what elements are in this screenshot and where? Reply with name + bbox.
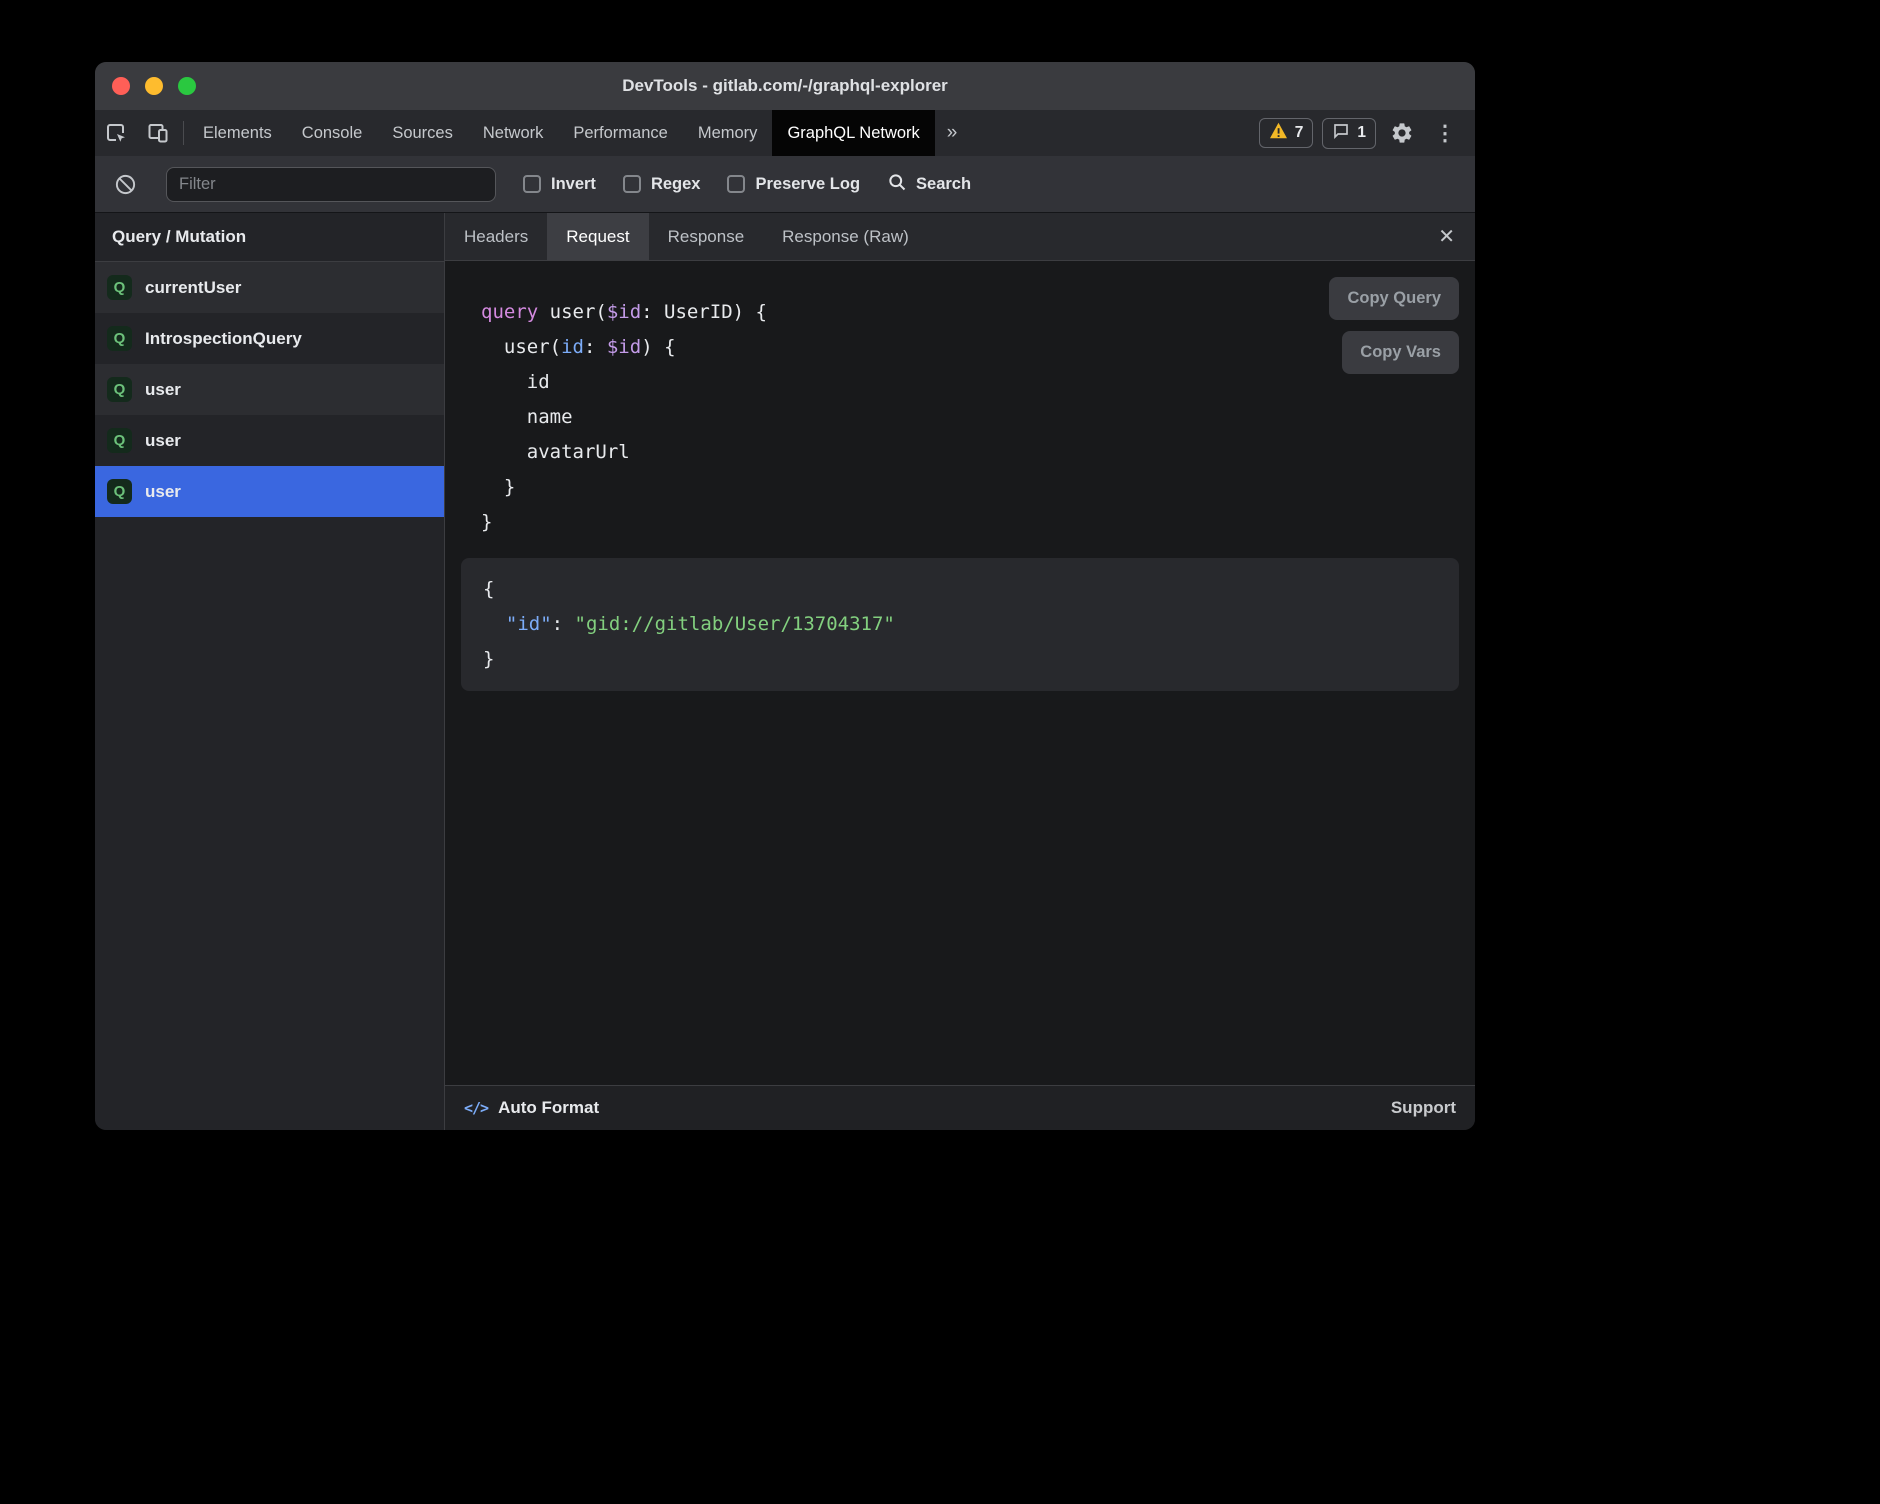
issue-count: 1 (1357, 124, 1366, 142)
network-toolbar: Invert Regex Preserve Log Search (95, 156, 1475, 213)
window-controls (112, 77, 196, 95)
tab-performance[interactable]: Performance (558, 110, 682, 156)
tab-elements[interactable]: Elements (188, 110, 287, 156)
search-icon (887, 172, 907, 197)
auto-format-button[interactable]: </> Auto Format (464, 1098, 599, 1118)
devtools-tabbar: Elements Console Sources Network Perform… (95, 110, 1475, 156)
more-tabs-button[interactable]: » (935, 110, 970, 156)
regex-label: Regex (651, 175, 701, 194)
warnings-badge[interactable]: 7 (1259, 118, 1314, 148)
graphql-query-code: query user($id: UserID) { user(id: $id) … (445, 261, 1475, 540)
copy-buttons: Copy Query Copy Vars (1329, 277, 1459, 374)
clear-requests-icon[interactable] (114, 173, 137, 196)
checkbox-box (727, 175, 745, 193)
search-button[interactable]: Search (887, 172, 971, 197)
query-name: user (145, 482, 181, 502)
query-type-badge: Q (107, 275, 132, 300)
query-name: user (145, 431, 181, 451)
query-type-badge: Q (107, 377, 132, 402)
request-content: Copy Query Copy Vars query user($id: Use… (445, 261, 1475, 1085)
main-split: Query / Mutation Q currentUser Q Introsp… (95, 213, 1475, 1130)
query-name: IntrospectionQuery (145, 329, 302, 349)
tab-response[interactable]: Response (649, 213, 764, 260)
inspect-element-icon[interactable] (95, 110, 137, 156)
preserve-log-label: Preserve Log (755, 175, 860, 194)
tab-network[interactable]: Network (468, 110, 559, 156)
devtools-window: DevTools - gitlab.com/-/graphql-explorer… (95, 62, 1475, 1130)
query-name: currentUser (145, 278, 241, 298)
window-title: DevTools - gitlab.com/-/graphql-explorer (95, 76, 1475, 96)
close-window-button[interactable] (112, 77, 130, 95)
tab-graphql-network[interactable]: GraphQL Network (772, 110, 934, 156)
copy-query-button[interactable]: Copy Query (1329, 277, 1459, 320)
regex-checkbox[interactable]: Regex (623, 175, 701, 194)
tab-response-raw[interactable]: Response (Raw) (763, 213, 928, 260)
code-icon: </> (464, 1099, 488, 1117)
checkbox-box (523, 175, 541, 193)
query-name: user (145, 380, 181, 400)
message-bubble-icon (1332, 122, 1350, 145)
query-type-badge: Q (107, 326, 132, 351)
copy-vars-button[interactable]: Copy Vars (1342, 331, 1459, 374)
search-label: Search (916, 175, 971, 194)
close-panel-icon[interactable]: ✕ (1438, 224, 1455, 249)
support-link[interactable]: Support (1391, 1098, 1456, 1118)
request-detail-panel: Headers Request Response Response (Raw) … (445, 213, 1475, 1130)
query-list-item-introspectionquery[interactable]: Q IntrospectionQuery (95, 313, 444, 364)
query-list-item-user-2[interactable]: Q user (95, 415, 444, 466)
query-list-item-user-3-selected[interactable]: Q user (95, 466, 444, 517)
invert-checkbox[interactable]: Invert (523, 175, 596, 194)
filter-input[interactable] (166, 167, 496, 202)
tab-request[interactable]: Request (547, 213, 648, 260)
query-list-item-currentuser[interactable]: Q currentUser (95, 262, 444, 313)
graphql-variables-box: { "id": "gid://gitlab/User/13704317"} (461, 558, 1459, 691)
query-list-panel: Query / Mutation Q currentUser Q Introsp… (95, 213, 445, 1130)
zoom-window-button[interactable] (178, 77, 196, 95)
auto-format-label: Auto Format (498, 1098, 599, 1118)
tab-sources[interactable]: Sources (377, 110, 468, 156)
preserve-log-checkbox[interactable]: Preserve Log (727, 175, 860, 194)
warning-count: 7 (1295, 124, 1304, 142)
tab-memory[interactable]: Memory (683, 110, 773, 156)
detail-tabbar: Headers Request Response Response (Raw) … (445, 213, 1475, 261)
more-options-icon[interactable]: ⋮ (1428, 121, 1462, 146)
tab-console[interactable]: Console (287, 110, 378, 156)
query-type-badge: Q (107, 479, 132, 504)
settings-gear-icon[interactable] (1385, 121, 1419, 145)
detail-footer: </> Auto Format Support (445, 1085, 1475, 1130)
minimize-window-button[interactable] (145, 77, 163, 95)
tab-headers[interactable]: Headers (445, 213, 547, 260)
divider (183, 121, 184, 145)
issues-badge[interactable]: 1 (1322, 118, 1376, 149)
query-list-item-user-1[interactable]: Q user (95, 364, 444, 415)
query-type-badge: Q (107, 428, 132, 453)
invert-label: Invert (551, 175, 596, 194)
checkbox-box (623, 175, 641, 193)
query-list-header: Query / Mutation (95, 213, 444, 262)
warning-icon (1269, 122, 1288, 144)
titlebar: DevTools - gitlab.com/-/graphql-explorer (95, 62, 1475, 110)
tabbar-right-controls: 7 1 ⋮ (1259, 110, 1475, 156)
device-toolbar-icon[interactable] (137, 110, 179, 156)
